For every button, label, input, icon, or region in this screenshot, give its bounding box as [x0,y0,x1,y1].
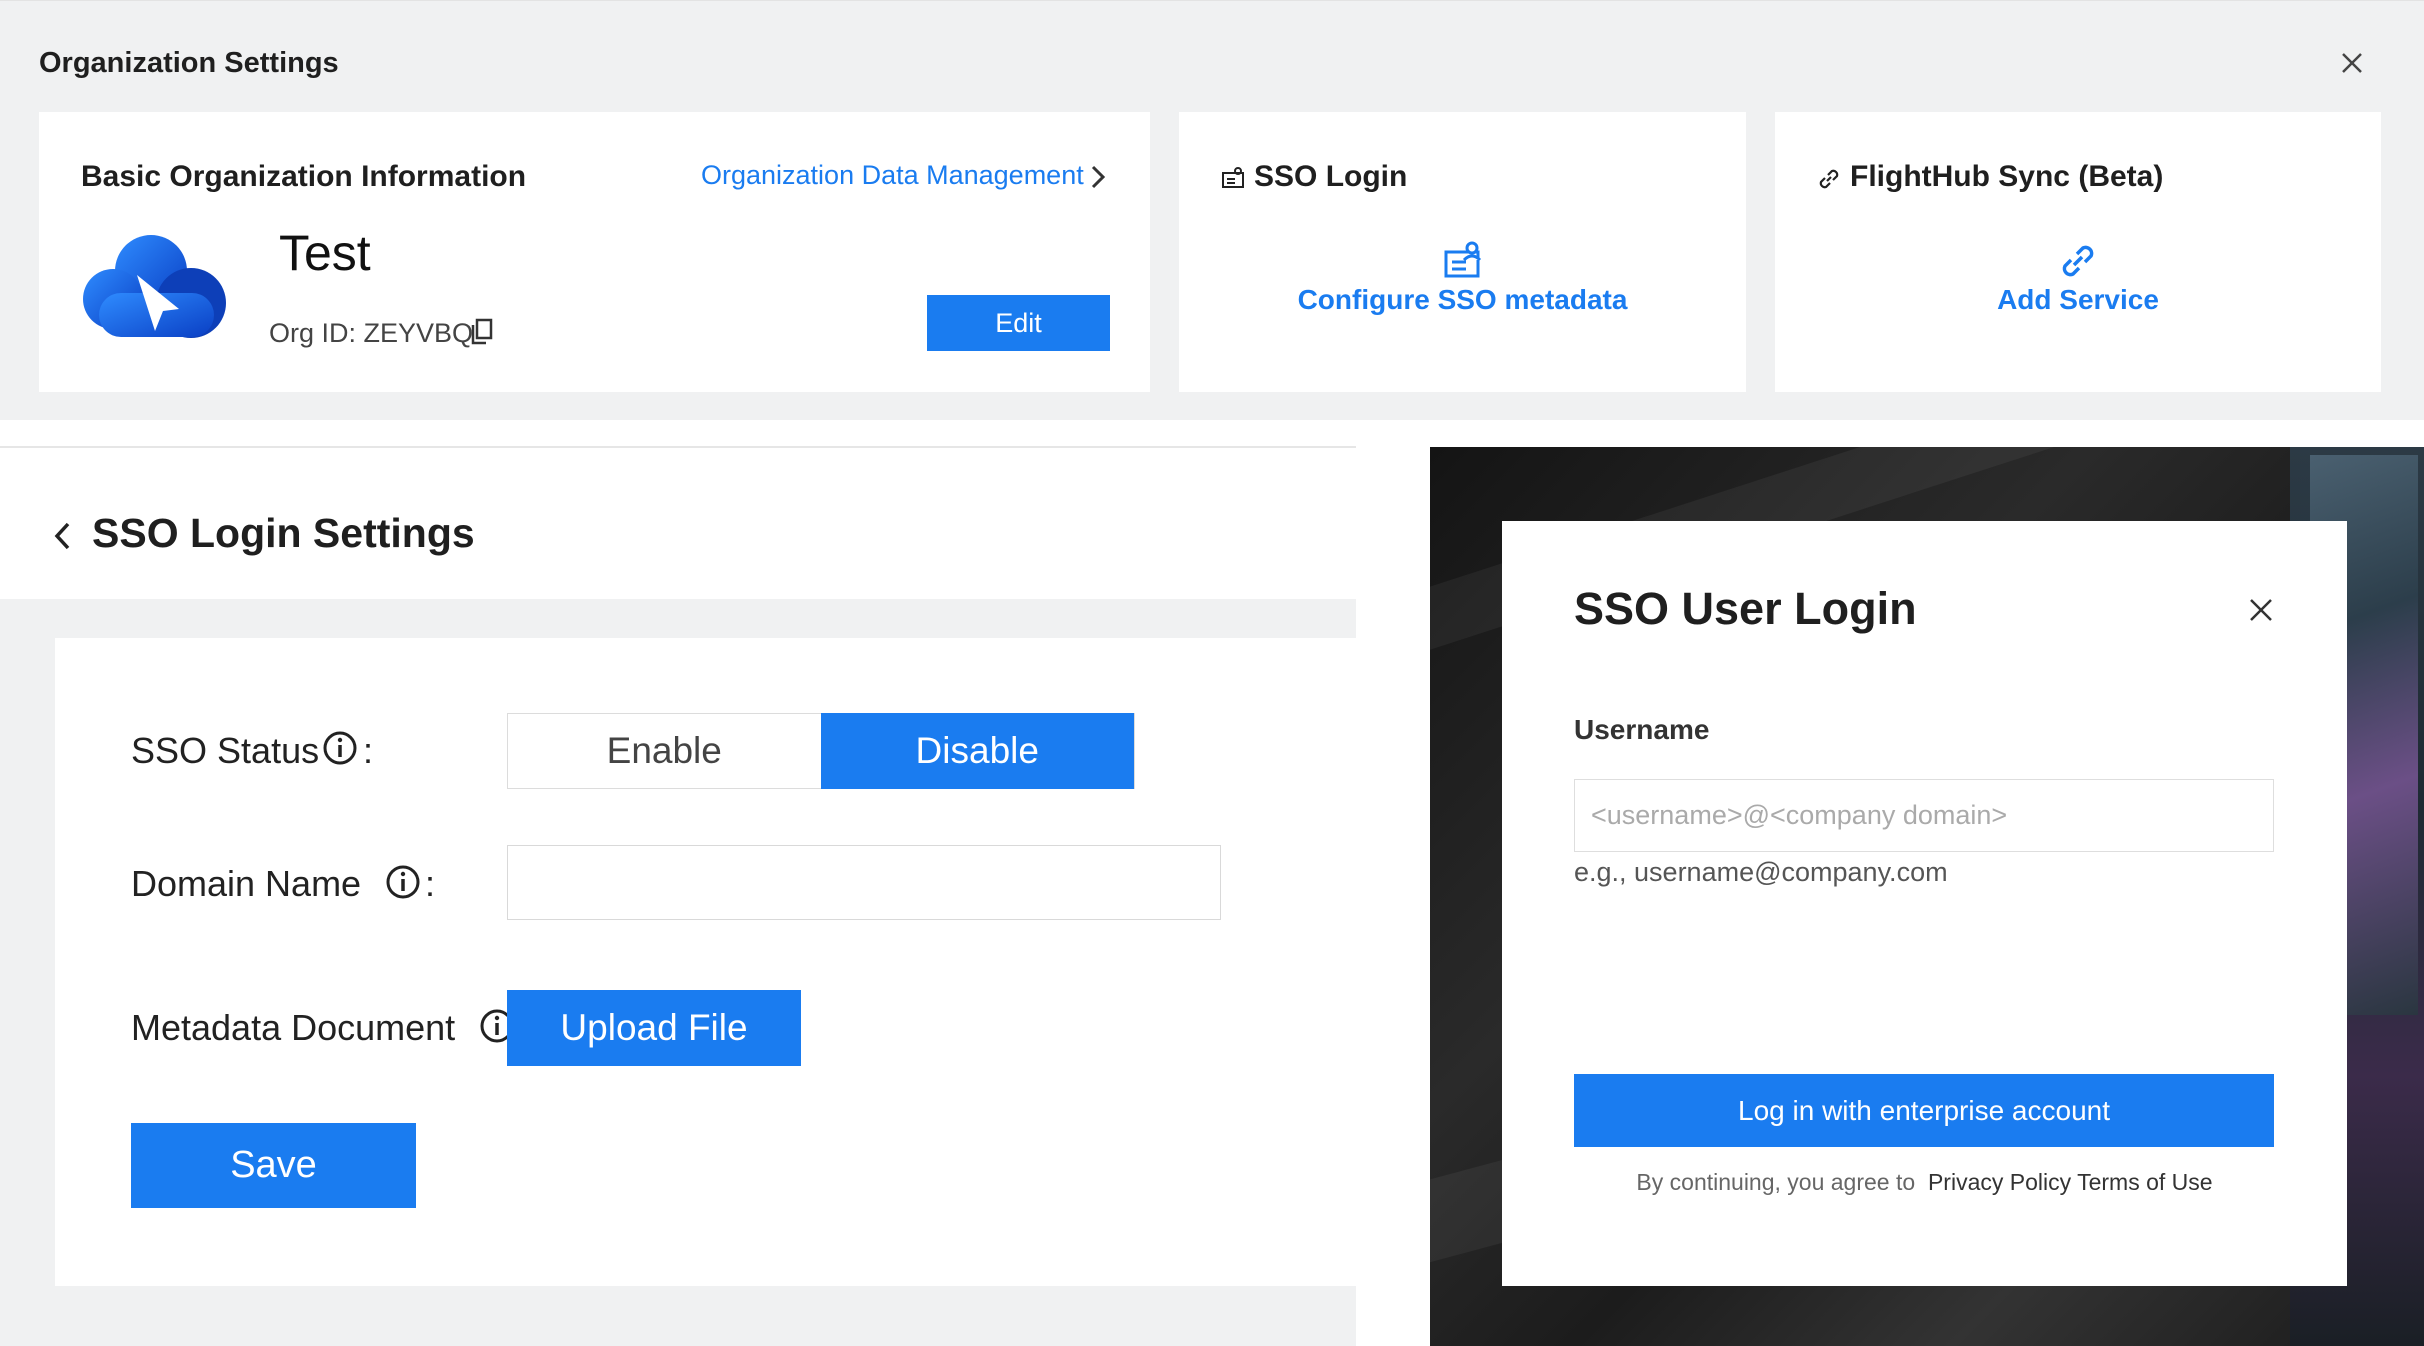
chevron-left-icon[interactable] [50,518,76,554]
metadata-document-label: Metadata Document [131,1007,456,1048]
privacy-policy-link[interactable]: Privacy Policy [1928,1169,2071,1195]
sso-settings-header: SSO Login Settings [0,446,1356,599]
username-input[interactable] [1574,779,2274,852]
add-service-label: Add Service [1997,284,2159,315]
sso-config-icon [1444,241,1481,278]
info-icon[interactable] [322,730,358,766]
configure-sso-button[interactable]: Configure SSO metadata [1179,240,1746,316]
sso-login-card: SSO Login Configure SSO metadata [1179,112,1746,392]
disable-option[interactable]: Disable [820,713,1134,789]
domain-name-label: Domain Name [131,863,362,904]
org-settings-title: Organization Settings [39,47,339,79]
sso-status-label: SSO Status [131,730,320,771]
org-id: Org ID: ZEYVBQ [269,318,474,348]
login-dialog-title: SSO User Login [1574,583,1917,634]
username-label: Username [1574,714,1710,745]
close-icon[interactable] [2334,45,2370,81]
flighthub-card-title: FlightHub Sync (Beta) [1850,160,2164,193]
edit-button[interactable]: Edit [927,295,1110,351]
agreement-prefix: By continuing, you agree to [1636,1169,1916,1195]
enterprise-login-button[interactable]: Log in with enterprise account [1574,1074,2274,1147]
basic-info-title: Basic Organization Information [81,160,527,193]
agreement-text: By continuing, you agree to Privacy Poli… [1502,1169,2347,1196]
sso-settings-form: SSO Status : Enable Disable Domain Name … [55,638,1356,1286]
link-icon [1819,169,1839,189]
close-icon[interactable] [2246,595,2276,625]
domain-name-colon: : [425,863,436,904]
sso-user-login-dialog: SSO User Login Username e.g., username@c… [1502,521,2347,1286]
flighthub-sync-card: FlightHub Sync (Beta) Add Service [1775,112,2381,392]
sso-icon [1222,167,1244,188]
sso-settings-title: SSO Login Settings [92,510,475,556]
terms-of-use-link[interactable]: Terms of Use [2077,1169,2212,1195]
domain-name-input[interactable] [507,845,1221,920]
cloud-logo [83,235,226,338]
chevron-right-icon[interactable] [1087,164,1109,190]
organization-settings-panel: Organization Settings Basic Organization… [0,0,2424,420]
link-icon [2062,245,2094,277]
basic-info-card: Basic Organization Information Organizat… [39,112,1150,392]
sso-login-settings-panel: SSO Login Settings SSO Status : Enable D… [0,446,1356,1346]
upload-file-button[interactable]: Upload File [507,990,801,1066]
info-icon[interactable] [479,1008,509,1044]
save-button[interactable]: Save [131,1123,416,1208]
add-service-button[interactable]: Add Service [1775,240,2381,316]
copy-icon[interactable] [469,317,495,347]
username-hint: e.g., username@company.com [1574,857,1948,887]
enable-option[interactable]: Enable [508,714,821,788]
org-data-management-link[interactable]: Organization Data Management [701,160,1084,191]
configure-sso-label: Configure SSO metadata [1297,284,1628,315]
sso-status-colon: : [363,730,374,771]
sso-status-toggle[interactable]: Enable Disable [507,713,1135,789]
sso-card-title: SSO Login [1254,160,1408,193]
org-name: Test [279,225,371,281]
info-icon[interactable] [385,864,421,900]
